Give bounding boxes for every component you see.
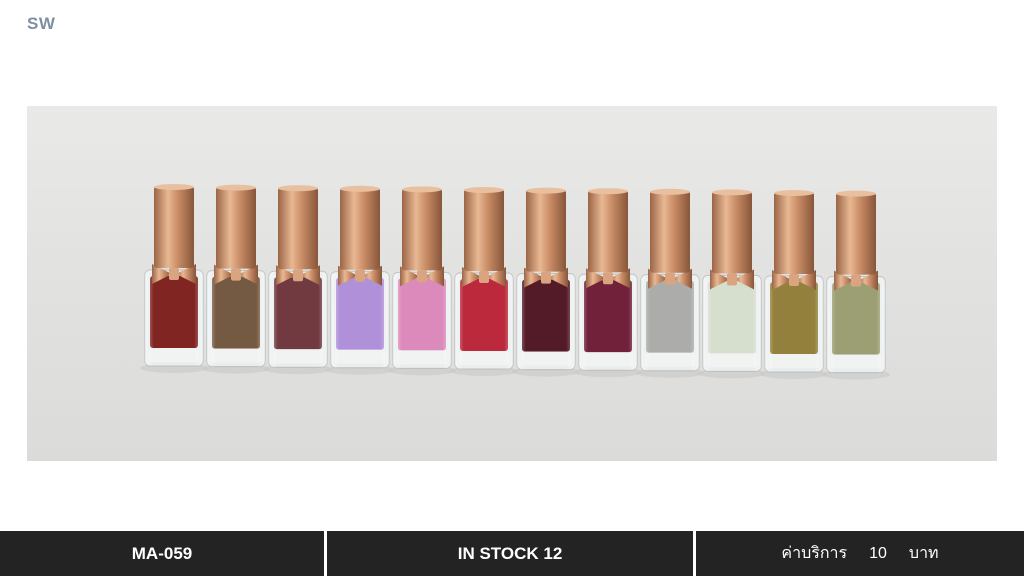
price-value: 10 bbox=[869, 544, 887, 562]
bottle-12 bbox=[822, 190, 890, 380]
bottle-7 bbox=[512, 187, 580, 377]
bottle-10 bbox=[698, 189, 766, 379]
brand-logo: SW bbox=[27, 14, 56, 33]
bottle-1 bbox=[140, 184, 208, 373]
service-price: ค่าบริการ 10 บาท bbox=[696, 531, 1024, 576]
info-bar: MA-059 IN STOCK 12 ค่าบริการ 10 บาท bbox=[0, 531, 1024, 576]
bottle-9 bbox=[636, 188, 704, 378]
price-unit: บาท bbox=[908, 545, 939, 562]
product-code: MA-059 bbox=[0, 531, 324, 576]
price-label: ค่าบริการ bbox=[781, 545, 848, 562]
bottle-8 bbox=[574, 188, 642, 378]
bottle-3 bbox=[264, 185, 332, 375]
nail-polish-bottles bbox=[140, 184, 890, 380]
bottle-2 bbox=[202, 184, 270, 374]
bottle-11 bbox=[760, 190, 828, 379]
product-photo bbox=[27, 106, 997, 461]
bottle-4 bbox=[326, 185, 394, 375]
bottle-5 bbox=[388, 186, 456, 376]
stock-status: IN STOCK 12 bbox=[327, 531, 693, 576]
bottle-6 bbox=[450, 187, 518, 376]
